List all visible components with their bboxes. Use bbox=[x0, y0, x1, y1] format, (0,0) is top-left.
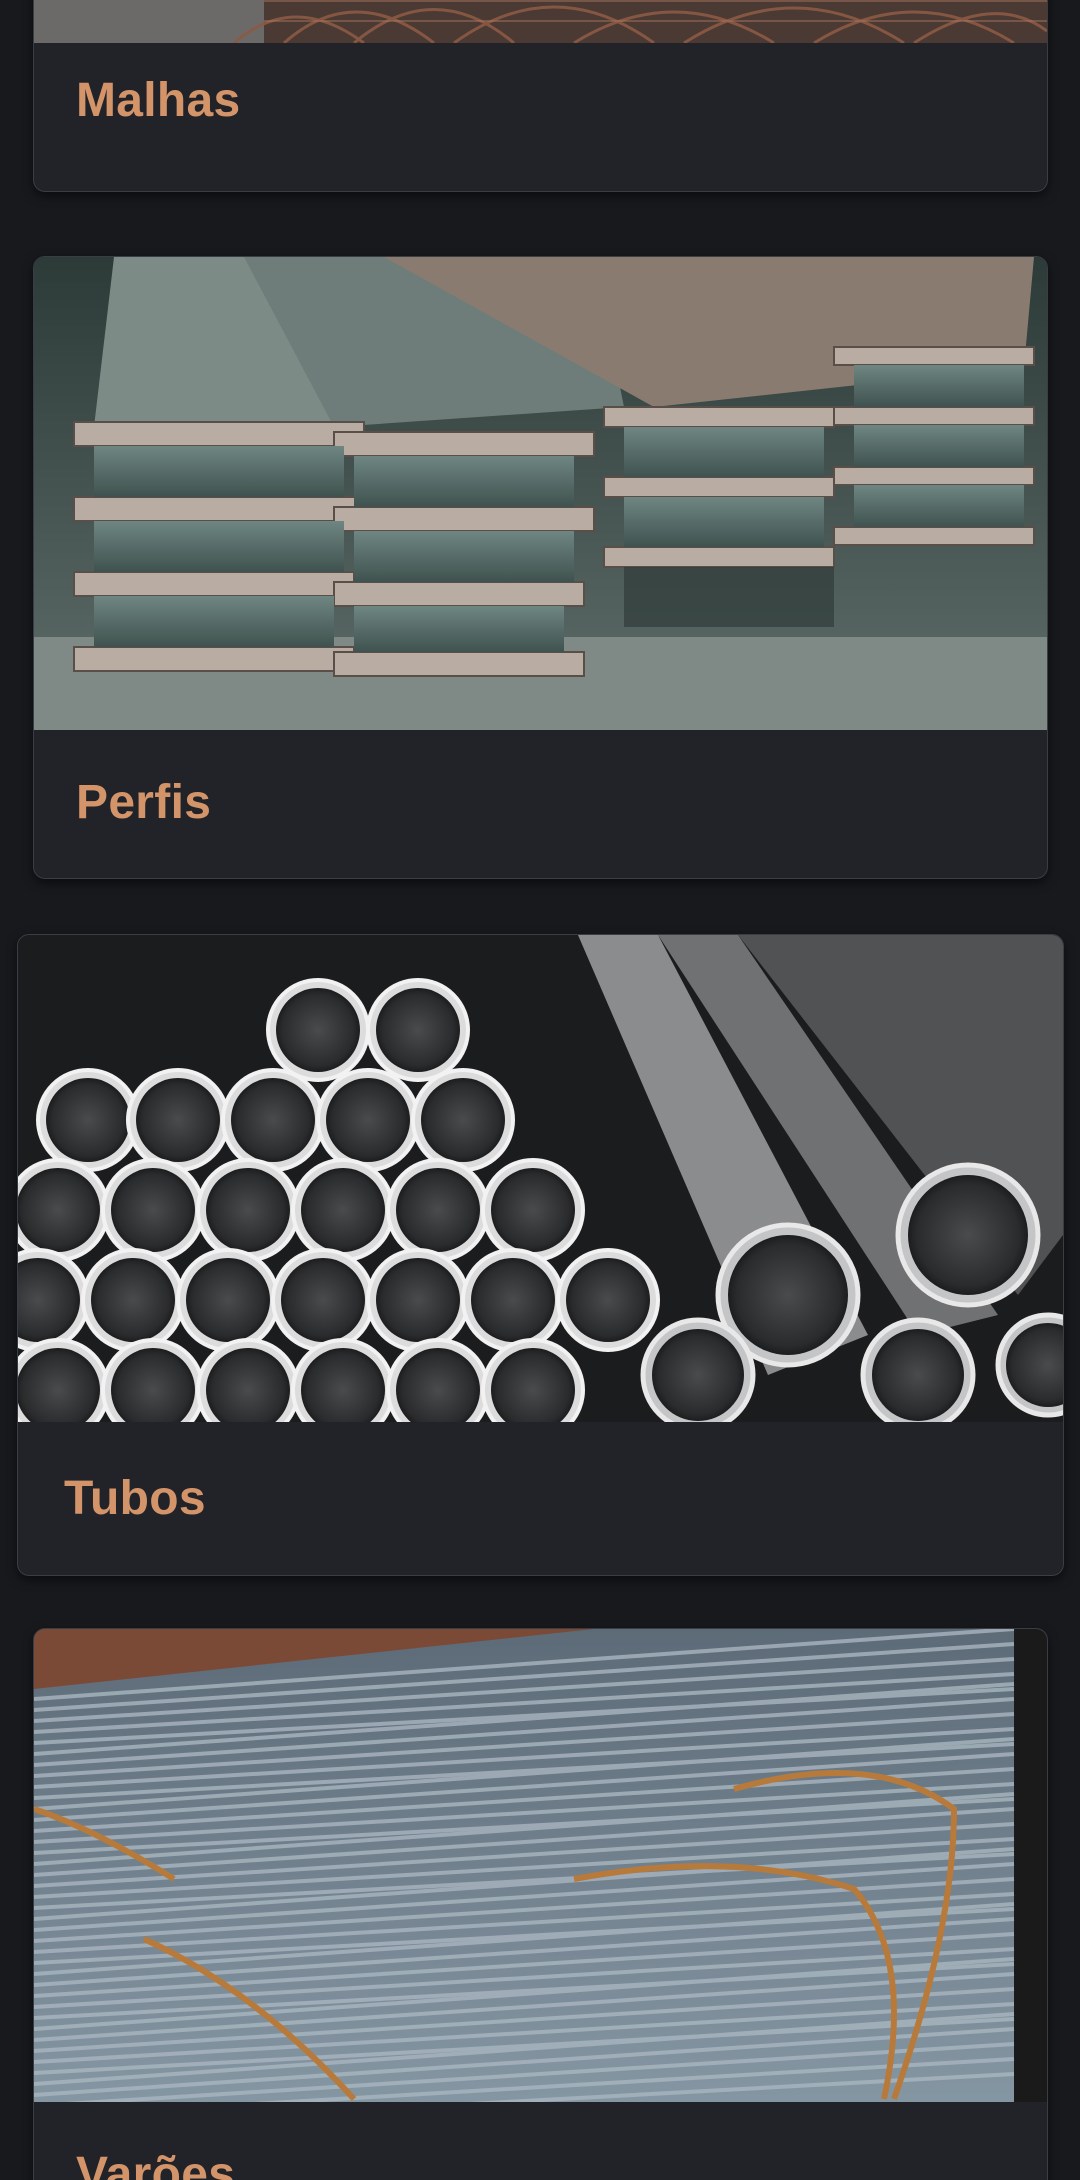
category-title: Perfis bbox=[76, 776, 212, 829]
category-title: Malhas bbox=[76, 74, 241, 127]
category-title: Tubos bbox=[64, 1472, 206, 1525]
category-image-malhas bbox=[34, 0, 1047, 43]
category-title: Varões bbox=[76, 2148, 236, 2180]
category-card-malhas[interactable]: Malhas bbox=[33, 0, 1048, 192]
category-image-varoes bbox=[34, 1629, 1047, 2102]
category-list: Malhas Perfis Tubos Varões bbox=[0, 0, 1080, 2180]
category-card-perfis[interactable]: Perfis bbox=[33, 256, 1048, 879]
category-card-varoes[interactable]: Varões bbox=[33, 1628, 1048, 2180]
category-image-perfis bbox=[34, 257, 1047, 730]
category-image-tubos bbox=[18, 935, 1063, 1422]
category-card-tubos[interactable]: Tubos bbox=[17, 934, 1064, 1576]
